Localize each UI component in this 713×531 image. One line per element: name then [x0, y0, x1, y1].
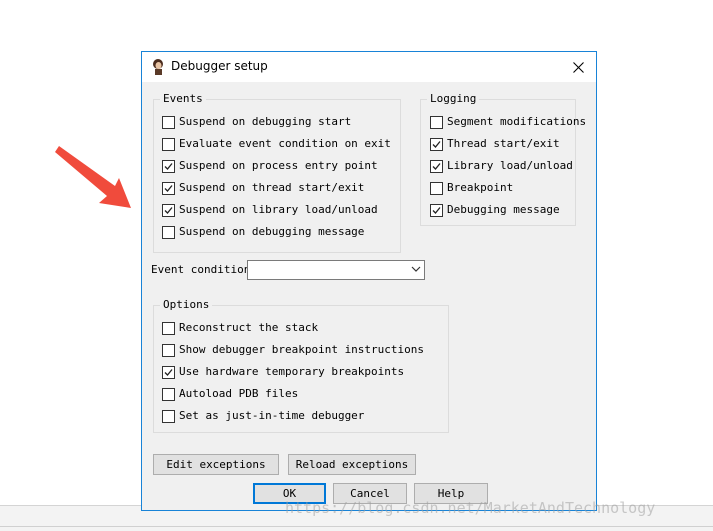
- chevron-down-icon: [411, 266, 421, 272]
- event-condition-label: Event condition: [151, 263, 251, 276]
- checkbox[interactable]: [162, 138, 175, 151]
- checkbox[interactable]: [162, 366, 175, 379]
- checkbox-label: Suspend on process entry point: [179, 159, 378, 172]
- reload-exceptions-button[interactable]: Reload exceptions: [288, 454, 416, 475]
- avatar-icon: [153, 59, 163, 75]
- checkbox[interactable]: [162, 182, 175, 195]
- checkbox-label: Set as just-in-time debugger: [179, 409, 365, 422]
- checkbox[interactable]: [162, 322, 175, 335]
- checkmark-icon: [164, 207, 173, 214]
- checkbox-label: Debugging message: [447, 203, 560, 216]
- checkmark-icon: [164, 185, 173, 192]
- events-group-title: Events: [160, 92, 206, 105]
- checkmark-icon: [432, 207, 441, 214]
- debugger-setup-dialog: Debugger setup Events Suspend on debuggi…: [141, 51, 597, 511]
- dialog-title: Debugger setup: [171, 59, 268, 73]
- options-group: Options Reconstruct the stack Show debugg…: [153, 298, 449, 433]
- checkbox[interactable]: [430, 204, 443, 217]
- checkmark-icon: [432, 141, 441, 148]
- checkbox[interactable]: [430, 138, 443, 151]
- logging-group: Logging Segment modifications Thread star…: [420, 92, 586, 226]
- checkmark-icon: [164, 163, 173, 170]
- checkbox[interactable]: [162, 204, 175, 217]
- checkbox[interactable]: [430, 182, 443, 195]
- checkbox-label: Reconstruct the stack: [179, 321, 319, 334]
- checkbox-label: Evaluate event condition on exit: [179, 137, 391, 150]
- checkbox[interactable]: [162, 410, 175, 423]
- event-condition-combobox[interactable]: [247, 260, 425, 280]
- checkbox-label: Show debugger breakpoint instructions: [179, 343, 425, 356]
- checkbox-label: Segment modifications: [447, 115, 587, 128]
- checkbox[interactable]: [162, 226, 175, 239]
- options-group-title: Options: [160, 298, 213, 311]
- checkbox-label: Thread start/exit: [447, 137, 560, 150]
- title-bar[interactable]: Debugger setup: [142, 52, 596, 82]
- checkbox-label: Suspend on library load/unload: [179, 203, 378, 216]
- checkbox[interactable]: [162, 344, 175, 357]
- checkbox[interactable]: [162, 160, 175, 173]
- events-group: Events Suspend on debugging start Evaluat…: [153, 92, 401, 253]
- checkbox-label: Suspend on thread start/exit: [179, 181, 365, 194]
- checkbox[interactable]: [162, 388, 175, 401]
- checkmark-icon: [164, 369, 173, 376]
- checkbox[interactable]: [162, 116, 175, 129]
- checkmark-icon: [432, 163, 441, 170]
- checkbox[interactable]: [430, 160, 443, 173]
- checkbox-label: Suspend on debugging message: [179, 225, 365, 238]
- checkbox-label: Use hardware temporary breakpoints: [179, 365, 405, 378]
- checkbox[interactable]: [430, 116, 443, 129]
- checkbox-label: Library load/unload: [447, 159, 573, 172]
- edit-exceptions-button[interactable]: Edit exceptions: [153, 454, 279, 475]
- checkbox-label: Suspend on debugging start: [179, 115, 352, 128]
- close-icon: [572, 61, 584, 73]
- logging-group-title: Logging: [427, 92, 480, 105]
- checkbox-label: Breakpoint: [447, 181, 514, 194]
- checkbox-label: Autoload PDB files: [179, 387, 299, 400]
- close-button[interactable]: [560, 52, 596, 82]
- watermark-text: https://blog.csdn.net/MarketAndTechnolog…: [285, 499, 656, 517]
